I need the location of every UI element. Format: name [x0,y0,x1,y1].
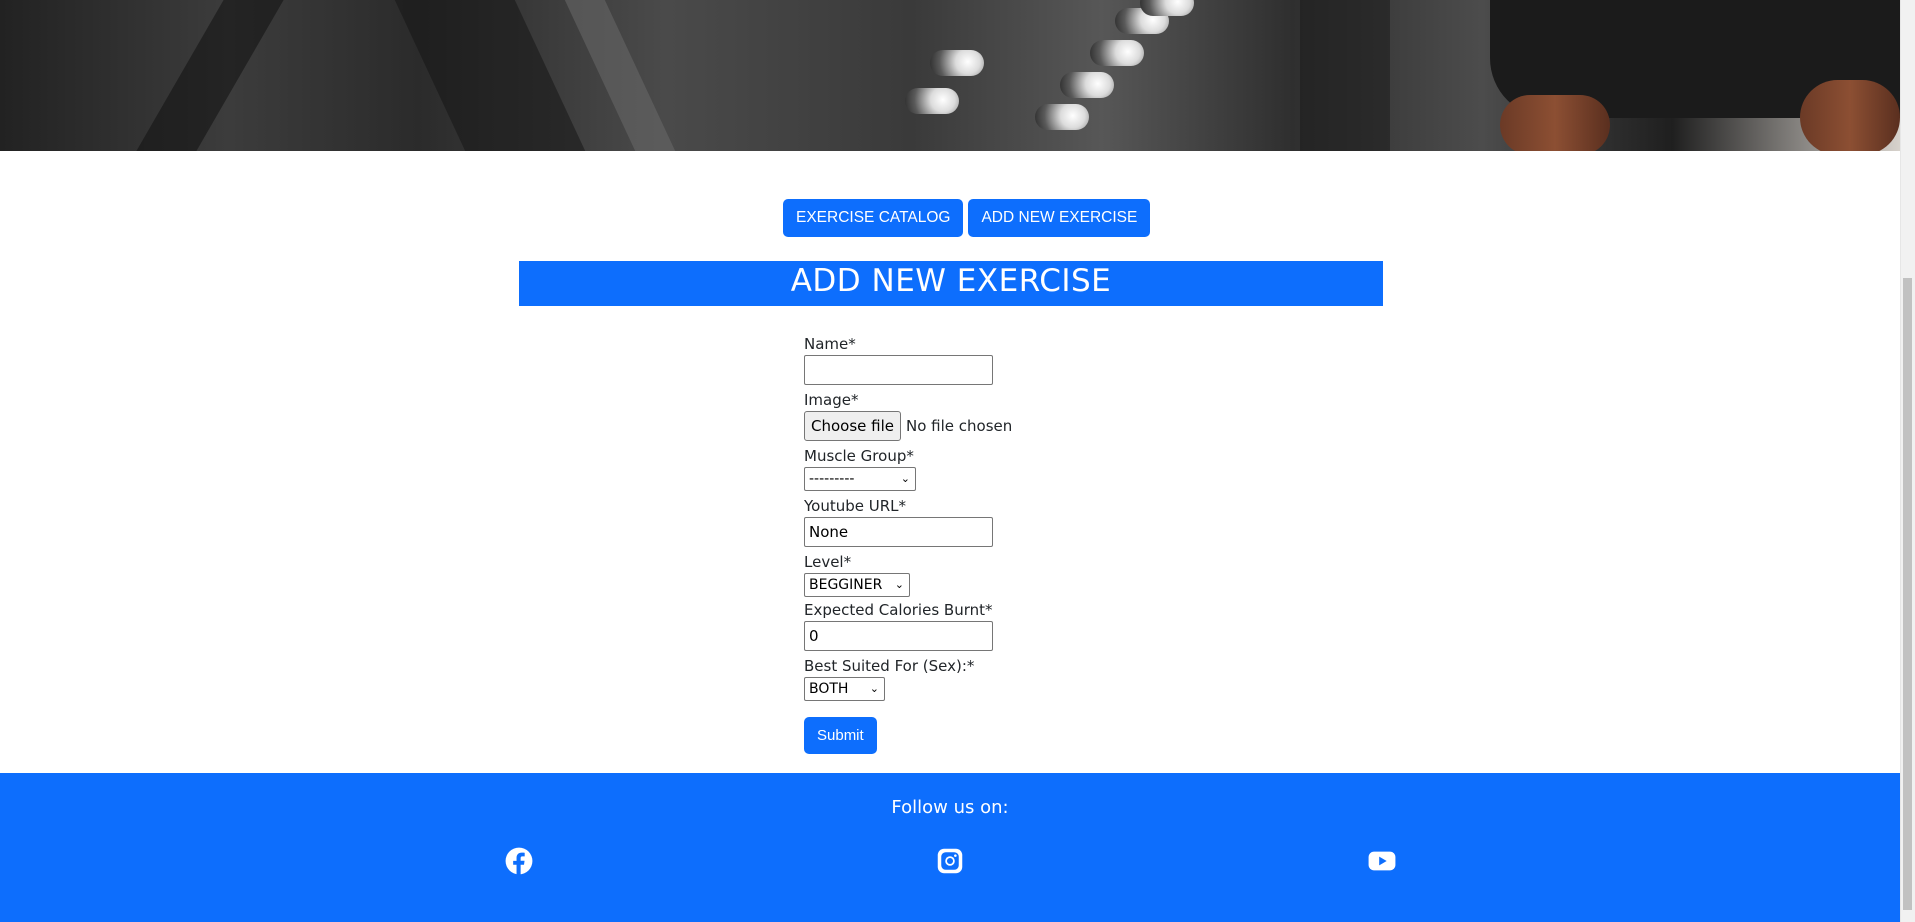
exercise-catalog-button[interactable]: EXERCISE CATALOG [783,199,964,237]
sex-label: Best Suited For (Sex):* [804,657,975,675]
calories-input[interactable] [804,621,993,651]
image-label: Image* [804,391,859,409]
muscle-group-label: Muscle Group* [804,447,914,465]
follow-us-text: Follow us on: [891,797,1009,818]
youtube-url-input[interactable] [804,517,993,547]
facebook-icon[interactable] [505,847,533,875]
scrollbar-thumb[interactable] [1903,278,1912,910]
submit-button[interactable]: Submit [804,717,877,754]
youtube-icon[interactable] [1368,847,1396,875]
chevron-down-icon: ⌄ [869,682,879,695]
add-new-exercise-button[interactable]: ADD NEW EXERCISE [968,199,1151,237]
level-select[interactable]: BEGGINER ⌄ [804,573,910,597]
calories-label: Expected Calories Burnt* [804,601,993,619]
page-title: ADD NEW EXERCISE [519,261,1383,306]
hero-banner-image [0,0,1900,151]
chevron-down-icon: ⌄ [900,472,910,485]
name-label: Name* [804,335,856,353]
vertical-scrollbar[interactable] [1900,0,1915,922]
choose-file-button[interactable]: Choose file [804,411,901,441]
muscle-group-value: --------- [809,471,855,487]
youtube-url-label: Youtube URL* [804,497,907,515]
file-status-text: No file chosen [906,417,1013,435]
name-input[interactable] [804,355,993,385]
level-value: BEGGINER [809,577,883,593]
instagram-icon[interactable] [936,847,964,875]
image-file-input[interactable]: Choose file No file chosen [804,411,1124,441]
sex-value: BOTH [809,681,849,697]
level-label: Level* [804,553,852,571]
footer: Follow us on: [0,773,1900,922]
muscle-group-select[interactable]: --------- ⌄ [804,467,916,491]
add-exercise-form: Name* Image* Choose file No file chosen … [804,333,1124,754]
chevron-down-icon: ⌄ [894,578,904,591]
page: EXERCISE CATALOG ADD NEW EXERCISE ADD NE… [0,0,1900,922]
nav-buttons: EXERCISE CATALOG ADD NEW EXERCISE [783,199,1151,237]
sex-select[interactable]: BOTH ⌄ [804,677,885,701]
